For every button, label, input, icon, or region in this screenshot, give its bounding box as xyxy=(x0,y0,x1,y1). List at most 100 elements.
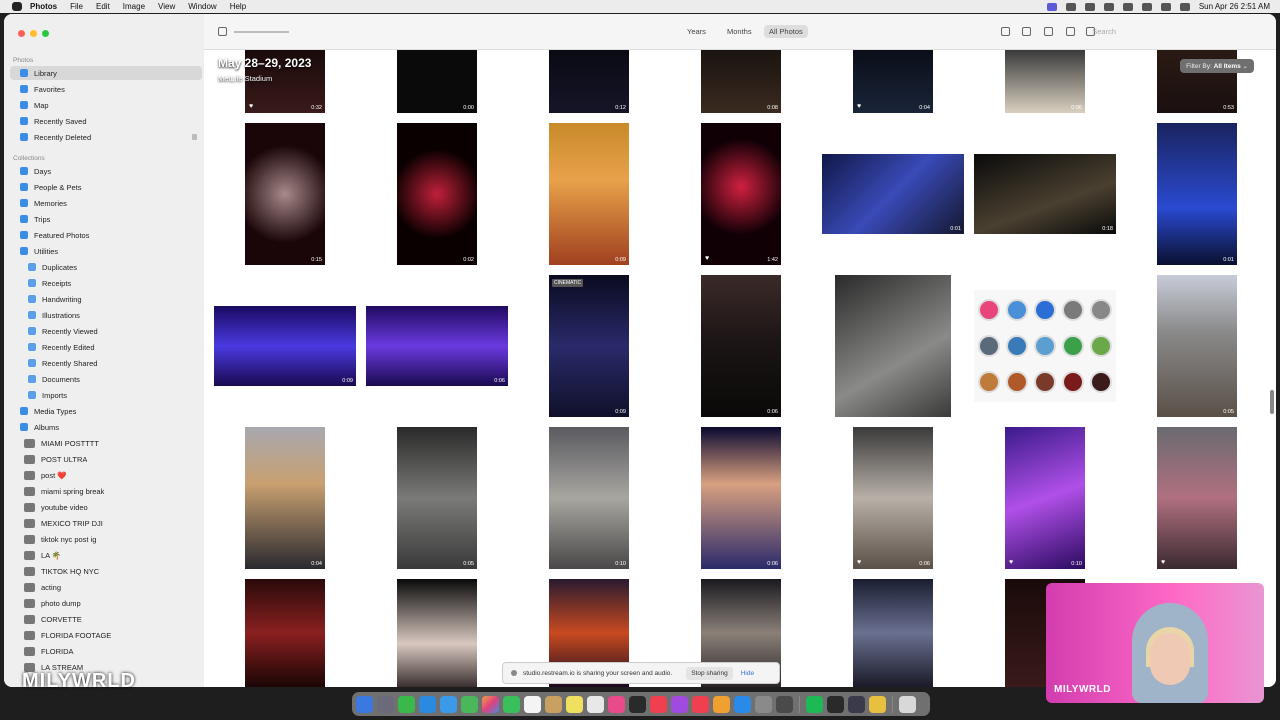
calendar-icon[interactable] xyxy=(524,695,541,713)
rotate-icon[interactable] xyxy=(1066,27,1075,36)
photo-thumbnail[interactable]: 0:15 xyxy=(245,123,325,265)
menu-file[interactable]: File xyxy=(70,2,83,11)
tab-months[interactable]: Months xyxy=(727,27,752,36)
wifi-icon[interactable] xyxy=(1103,2,1114,11)
sidebar-item-trips[interactable]: Trips xyxy=(10,212,202,226)
album-item[interactable]: MEXICO TRIP DJI xyxy=(10,516,202,530)
album-item[interactable]: tiktok nyc post ig xyxy=(10,532,202,546)
maps-icon[interactable] xyxy=(461,695,478,713)
safari-icon[interactable] xyxy=(419,695,436,713)
menu-clock[interactable]: Sun Apr 26 2:51 AM xyxy=(1199,2,1270,11)
photo-thumbnail[interactable]: 0:01 xyxy=(1157,123,1237,265)
sidebar-item-map[interactable]: Map xyxy=(10,98,202,112)
zoom-slider[interactable] xyxy=(234,31,289,33)
screen-share-icon[interactable] xyxy=(1046,2,1057,11)
music-icon[interactable] xyxy=(650,695,667,713)
menu-view[interactable]: View xyxy=(158,2,175,11)
album-item[interactable]: MIAMI POSTTTT xyxy=(10,436,202,450)
launchpad-icon[interactable] xyxy=(377,695,394,713)
info-icon[interactable] xyxy=(1001,27,1010,36)
photo-thumbnail[interactable]: 0:06 xyxy=(1005,50,1085,113)
photo-thumbnail[interactable]: ♥ 0:06 xyxy=(853,427,933,569)
sidebar-item-library[interactable]: Library xyxy=(10,66,202,80)
messages-icon[interactable] xyxy=(398,695,415,713)
menu-image[interactable]: Image xyxy=(123,2,145,11)
sidebar-item-recently-deleted[interactable]: Recently Deleted xyxy=(10,130,202,144)
scrollbar[interactable] xyxy=(1270,390,1274,414)
photo-thumbnail[interactable]: 0:00 xyxy=(397,50,477,113)
sidebar-item-documents[interactable]: Documents xyxy=(10,372,202,386)
photo-thumbnail[interactable]: 0:01 xyxy=(822,154,964,234)
filter-dropdown[interactable]: Filter By: All Items ⌄ xyxy=(1180,59,1254,73)
trash-icon[interactable] xyxy=(899,695,916,713)
sidebar-item-people-pets[interactable]: People & Pets xyxy=(10,180,202,194)
sidebar-item-recently-shared[interactable]: Recently Shared xyxy=(10,356,202,370)
photo-thumbnail[interactable]: 0:06 xyxy=(366,306,508,386)
sidebar-item-receipts[interactable]: Receipts xyxy=(10,276,202,290)
album-item[interactable]: photo dump xyxy=(10,596,202,610)
photo-thumbnail[interactable] xyxy=(853,579,933,687)
close-window-button[interactable] xyxy=(18,30,25,37)
album-item[interactable]: POST ULTRA xyxy=(10,452,202,466)
menu-help[interactable]: Help xyxy=(230,2,246,11)
menu-edit[interactable]: Edit xyxy=(96,2,110,11)
battery-icon[interactable] xyxy=(1122,2,1133,11)
hide-button[interactable]: Hide xyxy=(741,670,754,677)
sidebar-item-albums[interactable]: Albums xyxy=(10,420,202,434)
photo-thumbnail[interactable] xyxy=(397,579,477,687)
photo-thumbnail[interactable]: CINEMATIC 0:09 xyxy=(549,275,629,417)
share-icon[interactable] xyxy=(1022,27,1031,36)
sparkle-icon[interactable] xyxy=(1084,2,1095,11)
sidebar-item-imports[interactable]: Imports xyxy=(10,388,202,402)
podcasts-icon[interactable] xyxy=(671,695,688,713)
tv-icon[interactable] xyxy=(629,695,646,713)
facetime-icon[interactable] xyxy=(503,695,520,713)
sidebar-item-illustrations[interactable]: Illustrations xyxy=(10,308,202,322)
sidebar-item-utilities[interactable]: Utilities xyxy=(10,244,202,258)
album-item[interactable]: miami spring break xyxy=(10,484,202,498)
album-item[interactable]: post ❤️ xyxy=(10,468,202,482)
contacts-icon[interactable] xyxy=(545,695,562,713)
apple-menu-icon[interactable] xyxy=(12,2,22,11)
photo-thumbnail[interactable]: 0:06 xyxy=(701,427,781,569)
album-item[interactable]: LA 🌴 xyxy=(10,548,202,562)
sidebar-item-recently-viewed[interactable]: Recently Viewed xyxy=(10,324,202,338)
tab-years[interactable]: Years xyxy=(687,27,706,36)
news-icon[interactable] xyxy=(692,695,709,713)
photo-thumbnail[interactable]: 0:18 xyxy=(974,154,1116,234)
screen-recorder-icon[interactable] xyxy=(848,695,865,713)
photo-thumbnail[interactable]: 0:09 xyxy=(549,123,629,265)
stop-sharing-button[interactable]: Stop sharing xyxy=(686,666,733,680)
rotate-icon[interactable] xyxy=(218,27,227,36)
pages-icon[interactable] xyxy=(713,695,730,713)
sidebar-item-handwriting[interactable]: Handwriting xyxy=(10,292,202,306)
sidebar-item-duplicates[interactable]: Duplicates xyxy=(10,260,202,274)
creative-cloud-icon[interactable] xyxy=(1065,2,1076,11)
settings-icon[interactable] xyxy=(755,695,772,713)
album-item[interactable]: FLORIDA xyxy=(10,644,202,658)
album-item[interactable]: acting xyxy=(10,580,202,594)
menu-app-name[interactable]: Photos xyxy=(30,2,57,11)
photo-thumbnail[interactable]: 0:06 xyxy=(701,275,781,417)
photo-thumbnail[interactable]: 0:09 xyxy=(214,306,356,386)
photo-thumbnail[interactable]: 0:05 xyxy=(1157,275,1237,417)
menu-window[interactable]: Window xyxy=(188,2,216,11)
album-item[interactable]: youtube video xyxy=(10,500,202,514)
album-item[interactable]: FLORIDA FOOTAGE xyxy=(10,628,202,642)
photo-thumbnail[interactable]: ♥ xyxy=(1157,427,1237,569)
photo-thumbnail[interactable]: ♥ 0:10 xyxy=(1005,427,1085,569)
zoom-window-button[interactable] xyxy=(42,30,49,37)
app-store-icon[interactable] xyxy=(734,695,751,713)
finder-icon[interactable] xyxy=(356,695,373,713)
sidebar-item-favorites[interactable]: Favorites xyxy=(10,82,202,96)
sidebar-item-recently-saved[interactable]: Recently Saved xyxy=(10,114,202,128)
sidebar-item-days[interactable]: Days xyxy=(10,164,202,178)
photo-thumbnail[interactable]: 0:05 xyxy=(397,427,477,569)
control-center-icon[interactable] xyxy=(1160,2,1171,11)
photo-thumbnail[interactable]: 0:04 xyxy=(245,427,325,569)
capcut-icon[interactable] xyxy=(827,695,844,713)
spotify-icon[interactable] xyxy=(806,695,823,713)
sidebar-item-memories[interactable]: Memories xyxy=(10,196,202,210)
photo-thumbnail[interactable]: ♥ 1:42 xyxy=(701,123,781,265)
sidebar-item-featured-photos[interactable]: Featured Photos xyxy=(10,228,202,242)
